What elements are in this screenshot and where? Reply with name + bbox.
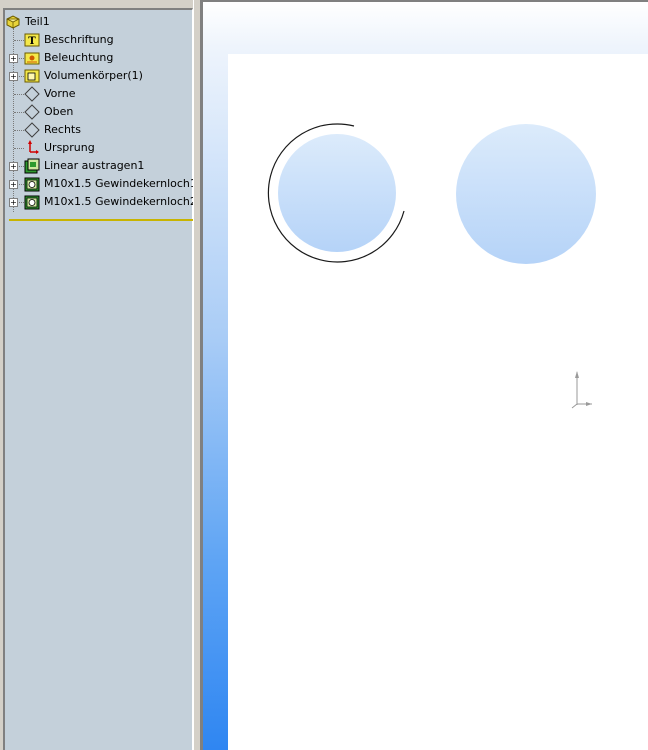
tree-item-label: M10x1.5 Gewindekernloch1 <box>44 177 197 190</box>
tree-item-label: Vorne <box>44 87 76 100</box>
expand-icon[interactable]: + <box>9 180 18 189</box>
hole-wizard-icon <box>24 177 40 192</box>
tree-item-label: Volumenkörper(1) <box>44 69 143 82</box>
annotation-icon: T <box>24 33 40 47</box>
tree-item-label: Ursprung <box>44 141 95 154</box>
rollback-bar[interactable] <box>9 219 195 221</box>
tree-item-label: Linear austragen1 <box>44 159 145 172</box>
lighting-icon <box>24 52 40 65</box>
feature-tree[interactable]: Teil1 T Beschriftung + Beleuchtung + Volumenk… <box>3 8 197 750</box>
tree-item-label: Oben <box>44 105 74 118</box>
solid-bodies-icon <box>24 69 40 83</box>
tree-connector-line <box>14 94 24 95</box>
part-icon <box>6 15 20 29</box>
hole-1[interactable] <box>278 134 396 252</box>
svg-text:T: T <box>28 36 36 47</box>
origin-icon <box>28 140 39 154</box>
plane-icon <box>24 122 40 138</box>
plane-icon <box>24 104 40 120</box>
tree-item-label: Rechts <box>44 123 81 136</box>
tree-connector-line <box>14 40 24 41</box>
tree-connector-line <box>14 112 24 113</box>
tree-item-label: Beschriftung <box>44 33 114 46</box>
hole-wizard-icon <box>24 195 40 210</box>
feature-manager-panel: Teil1 T Beschriftung + Beleuchtung + Volumenk… <box>0 0 198 750</box>
tree-item-label: M10x1.5 Gewindekernloch2 <box>44 195 197 208</box>
plane-icon <box>24 86 40 102</box>
tree-connector-line <box>14 148 24 149</box>
expand-icon[interactable]: + <box>9 72 18 81</box>
tree-root-label: Teil1 <box>25 15 50 28</box>
expand-icon[interactable]: + <box>9 54 18 63</box>
extrude-icon <box>24 158 40 174</box>
tree-connector-line <box>14 130 24 131</box>
expand-icon[interactable]: + <box>9 162 18 171</box>
tree-item-label: Beleuchtung <box>44 51 114 64</box>
expand-icon[interactable]: + <box>9 198 18 207</box>
panel-splitter[interactable] <box>193 0 201 750</box>
hole-2[interactable] <box>456 124 596 264</box>
